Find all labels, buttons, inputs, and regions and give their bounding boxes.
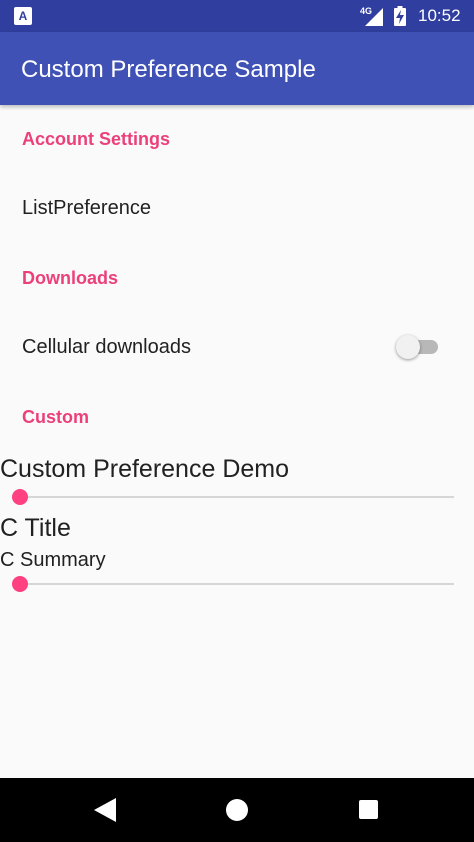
- seekbar-thumb[interactable]: [12, 576, 28, 592]
- app-notification-icon: A: [14, 7, 32, 25]
- c-seekbar[interactable]: [12, 574, 454, 594]
- status-bar: A 4G 10:52: [0, 0, 474, 32]
- app-title: Custom Preference Sample: [21, 56, 316, 83]
- category-account-settings: Account Settings: [22, 129, 171, 149]
- cellular-downloads-item[interactable]: Cellular downloads: [22, 335, 191, 359]
- category-downloads: Downloads: [22, 268, 119, 288]
- triangle-back-icon[interactable]: [94, 798, 116, 822]
- c-title: C Title: [0, 514, 71, 542]
- app-notification-letter: A: [18, 9, 28, 23]
- square-recents-icon[interactable]: [359, 800, 378, 819]
- category-custom: Custom: [22, 407, 89, 427]
- circle-home-icon[interactable]: [226, 799, 248, 821]
- signal-icon: [365, 8, 383, 26]
- c-summary: C Summary: [0, 549, 106, 571]
- status-time: 10:52: [418, 6, 461, 25]
- seekbar-thumb[interactable]: [12, 489, 28, 505]
- list-preference-item[interactable]: ListPreference: [22, 196, 151, 220]
- seekbar-track: [20, 496, 454, 498]
- seekbar-track: [20, 583, 454, 585]
- navigation-bar: [0, 778, 474, 842]
- app-bar: Custom Preference Sample: [0, 32, 474, 105]
- switch-thumb: [396, 335, 420, 359]
- custom-preference-demo-title: Custom Preference Demo: [0, 455, 290, 483]
- battery-charging-icon: [394, 6, 406, 26]
- custom-demo-seekbar[interactable]: [12, 487, 454, 507]
- cellular-downloads-switch[interactable]: [396, 334, 440, 360]
